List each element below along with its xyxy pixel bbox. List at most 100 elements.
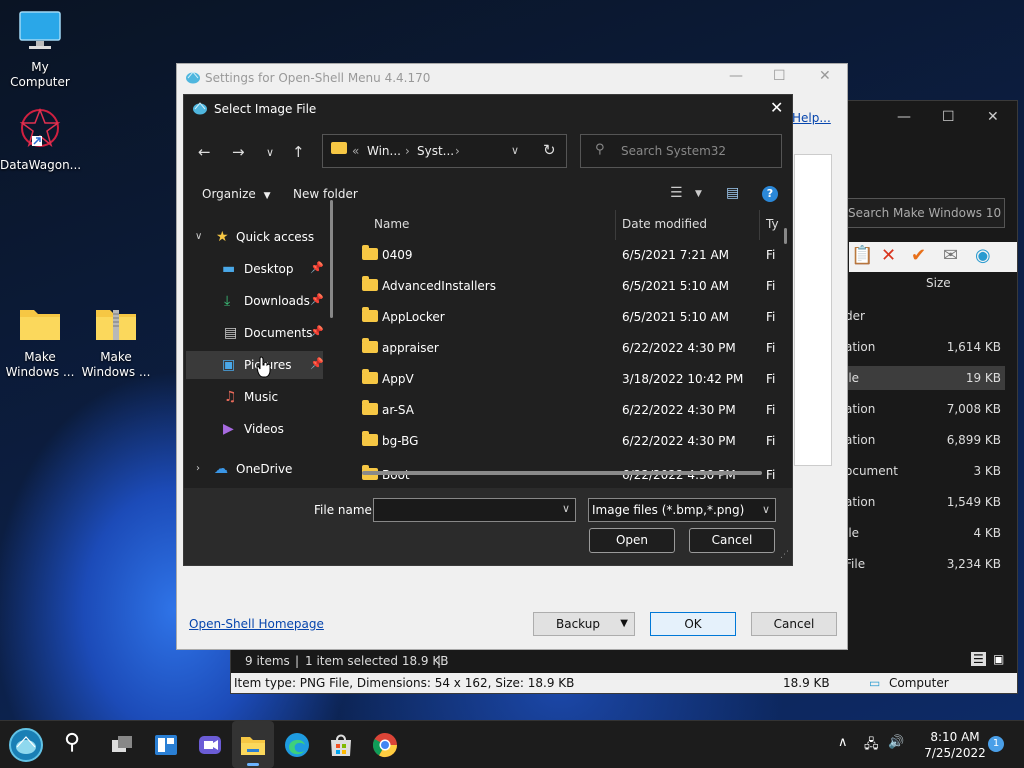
- breadcrumb-system32[interactable]: Syst...: [417, 144, 454, 158]
- recent-locations-chevron-icon[interactable]: ∨: [266, 146, 274, 159]
- table-row[interactable]: ar-SA 6/22/2022 4:30 PM Fi: [342, 395, 782, 426]
- help-icon[interactable]: ?: [762, 186, 778, 202]
- search-input[interactable]: ⚲ Search System32: [580, 134, 782, 168]
- column-divider[interactable]: [759, 210, 760, 240]
- expand-chevron-icon[interactable]: ›: [196, 463, 200, 474]
- list-item[interactable]: File 3,234 KB: [845, 552, 1005, 576]
- file-name-input[interactable]: ∨: [373, 498, 576, 522]
- delete-x-icon[interactable]: ✕: [881, 245, 896, 266]
- details-view-icon[interactable]: ☰: [971, 652, 986, 666]
- minimize-icon[interactable]: —: [729, 68, 743, 84]
- table-row[interactable]: AppV 3/18/2022 10:42 PM Fi: [342, 364, 782, 395]
- file-explorer-icon[interactable]: [239, 731, 267, 759]
- nav-item-desktop[interactable]: ▬ Desktop 📌: [186, 255, 324, 283]
- list-item[interactable]: ile 4 KB: [845, 521, 1005, 545]
- show-hidden-icons-chevron[interactable]: ∧: [838, 735, 848, 750]
- nav-scrollbar[interactable]: [330, 200, 333, 318]
- ok-button[interactable]: OK: [650, 612, 736, 636]
- overflow-chevron[interactable]: «: [352, 144, 359, 158]
- list-item[interactable]: ation 1,614 KB: [845, 335, 1005, 359]
- size-column-header[interactable]: Size: [926, 276, 951, 290]
- nav-item-music[interactable]: ♫ Music: [186, 383, 323, 411]
- clock-time: 8:10 AM: [930, 730, 980, 744]
- nav-item-pictures[interactable]: ▣ Pictures 📌: [186, 351, 324, 379]
- nav-item-onedrive[interactable]: › ☁ OneDrive: [186, 455, 323, 483]
- clipboard-icon[interactable]: 📋: [851, 245, 873, 266]
- open-shell-homepage-link[interactable]: Open-Shell Homepage: [189, 617, 324, 631]
- table-row[interactable]: bg-BG 6/22/2022 4:30 PM Fi: [342, 426, 782, 457]
- minimize-icon[interactable]: —: [897, 109, 911, 125]
- organize-button[interactable]: Organize ▼: [202, 187, 271, 201]
- address-history-chevron-icon[interactable]: ∨: [511, 144, 519, 157]
- backup-button[interactable]: Backup ▼: [533, 612, 635, 636]
- notification-badge[interactable]: 1: [988, 736, 1004, 752]
- cancel-button[interactable]: Cancel: [689, 528, 775, 553]
- desktop-icon-datawagon[interactable]: DataWagon...: [0, 106, 81, 173]
- refresh-icon[interactable]: ↻: [543, 141, 556, 159]
- close-icon[interactable]: ✕: [819, 68, 831, 84]
- envelope-icon[interactable]: ✉: [943, 245, 958, 266]
- datawagon-logo-icon: [19, 107, 61, 148]
- column-header-name[interactable]: Name: [374, 217, 409, 231]
- explorer-search-input[interactable]: Search Make Windows 10 lo...: [845, 198, 1005, 228]
- close-icon[interactable]: ✕: [770, 98, 783, 117]
- select-image-file-dialog[interactable]: Select Image File ✕ ← → ∨ ↑ « Win... › S…: [183, 94, 793, 566]
- expand-chevron-icon[interactable]: ∨: [195, 231, 202, 242]
- table-row[interactable]: AdvancedInstallers 6/5/2021 5:10 AM Fi: [342, 271, 782, 302]
- file-list-vertical-scrollbar[interactable]: [784, 228, 787, 244]
- table-row[interactable]: 0409 6/5/2021 7:21 AM Fi: [342, 240, 782, 271]
- new-folder-button[interactable]: New folder: [293, 187, 358, 201]
- preview-pane-icon[interactable]: ▤: [726, 185, 739, 201]
- back-arrow-icon[interactable]: ←: [198, 143, 211, 161]
- list-item[interactable]: der: [845, 304, 1005, 328]
- list-item[interactable]: ation 7,008 KB: [845, 397, 1005, 421]
- nav-item-videos[interactable]: ▶ Videos: [186, 415, 323, 443]
- network-icon[interactable]: 🖧: [864, 735, 879, 757]
- clock[interactable]: 8:10 AM 7/25/2022: [918, 729, 992, 761]
- volume-icon[interactable]: 🔊: [888, 735, 904, 750]
- maximize-icon[interactable]: ☐: [773, 68, 786, 84]
- column-header-type[interactable]: Ty: [766, 217, 779, 231]
- cancel-button[interactable]: Cancel: [751, 612, 837, 636]
- column-divider[interactable]: [615, 210, 616, 240]
- folder-icon: [362, 431, 378, 446]
- desktop-icon-my-computer[interactable]: My Computer: [0, 10, 80, 90]
- chat-icon[interactable]: [196, 731, 224, 759]
- checkmark-icon[interactable]: ✔: [911, 245, 926, 266]
- table-row[interactable]: appraiser 6/22/2022 4:30 PM Fi: [342, 333, 782, 364]
- list-item[interactable]: ocument 3 KB: [845, 459, 1005, 483]
- up-arrow-icon[interactable]: ↑: [292, 143, 305, 161]
- table-row[interactable]: AppLocker 6/5/2021 5:10 AM Fi: [342, 302, 782, 333]
- search-icon[interactable]: ⚲: [64, 730, 80, 755]
- list-item-selected[interactable]: ile 19 KB: [845, 366, 1005, 390]
- address-bar[interactable]: « Win... › Syst... › ∨ ↻: [322, 134, 567, 168]
- breadcrumb-windows[interactable]: Win...: [367, 144, 401, 158]
- horizontal-scrollbar[interactable]: [362, 471, 762, 475]
- file-type-select[interactable]: Image files (*.bmp,*.png) ∨: [588, 498, 776, 522]
- task-view-icon[interactable]: [108, 731, 136, 759]
- start-shell-icon[interactable]: [8, 727, 44, 763]
- open-button[interactable]: Open: [589, 528, 675, 553]
- help-link[interactable]: Help...: [792, 111, 831, 125]
- desktop-icon-make-windows-folder[interactable]: Make Windows ...: [0, 304, 80, 380]
- nav-item-documents[interactable]: ▤ Documents 📌: [186, 319, 324, 347]
- nav-item-downloads[interactable]: ⤓ Downloads 📌: [186, 287, 324, 315]
- resize-grip-icon[interactable]: ⋰: [780, 550, 789, 560]
- view-dropdown-icon[interactable]: ▼: [695, 189, 702, 199]
- nav-item-quick-access[interactable]: ∨ ★ Quick access: [186, 223, 323, 251]
- list-item[interactable]: ation 1,549 KB: [845, 490, 1005, 514]
- maximize-icon[interactable]: ☐: [942, 109, 955, 125]
- list-view-icon[interactable]: ☰: [670, 185, 683, 201]
- chrome-icon[interactable]: [371, 731, 399, 759]
- store-icon[interactable]: [327, 731, 355, 759]
- close-icon[interactable]: ✕: [987, 109, 999, 125]
- widgets-icon[interactable]: [152, 731, 180, 759]
- tiles-view-icon[interactable]: ▣: [993, 652, 1004, 666]
- shell-icon[interactable]: ◉: [975, 245, 991, 266]
- list-item[interactable]: ation 6,899 KB: [845, 428, 1005, 452]
- forward-arrow-icon[interactable]: →: [232, 143, 245, 161]
- chevron-down-icon[interactable]: ∨: [562, 502, 570, 515]
- edge-icon[interactable]: [283, 731, 311, 759]
- column-header-date-modified[interactable]: Date modified: [622, 217, 707, 231]
- desktop-icon-make-windows-zip[interactable]: Make Windows ...: [76, 304, 156, 380]
